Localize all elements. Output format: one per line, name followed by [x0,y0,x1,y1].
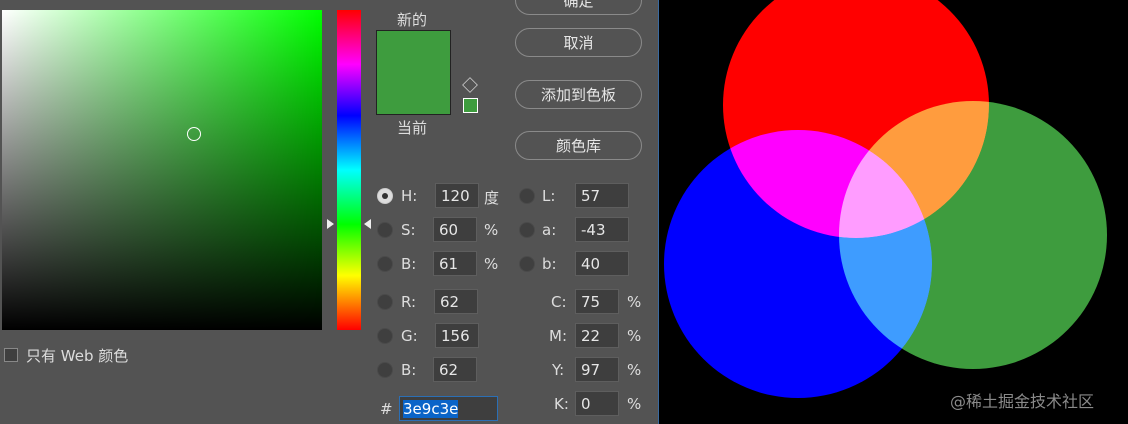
color-library-button[interactable]: 颜色库 [515,131,642,160]
y-label: Y: [552,361,565,379]
blue-radio[interactable] [377,362,393,378]
hue-slider-left-arrow-icon[interactable] [327,219,334,229]
y-input[interactable]: 97 [575,357,619,382]
l-radio[interactable] [519,188,535,204]
r-input[interactable]: 62 [434,289,478,314]
c-input[interactable]: 75 [575,289,619,314]
blue-label: B: [401,361,417,379]
a-radio[interactable] [519,222,535,238]
hue-slider-right-arrow-icon[interactable] [364,219,371,229]
a-label: a: [542,221,557,239]
hex-label: # [380,400,393,418]
g-radio[interactable] [377,328,393,344]
s-input[interactable]: 60 [433,217,477,242]
web-only-checkbox[interactable] [4,348,18,362]
web-safe-swatch[interactable] [463,98,478,113]
b-input[interactable]: 40 [575,251,629,276]
brightness-unit: % [484,255,499,273]
y-unit: % [627,361,642,379]
saturation-brightness-field[interactable] [2,10,322,330]
s-label: S: [401,221,416,239]
new-color-swatch [376,30,451,115]
brightness-label: B: [401,255,417,273]
ok-button[interactable]: 确定 [515,0,642,15]
l-input[interactable]: 57 [575,183,629,208]
m-label: M: [549,327,567,345]
current-label: 当前 [397,119,428,137]
m-unit: % [627,327,642,345]
s-unit: % [484,221,499,239]
l-label: L: [542,187,556,205]
h-unit: 度 [484,189,500,207]
h-input[interactable]: 120 [435,183,479,208]
b-radio[interactable] [519,256,535,272]
add-to-swatches-button[interactable]: 添加到色板 [515,80,642,109]
blue-input[interactable]: 62 [433,357,477,382]
h-label: H: [401,187,418,205]
g-input[interactable]: 156 [435,323,479,348]
a-input[interactable]: -43 [575,217,629,242]
watermark: @稀土掘金技术社区 [950,392,1095,411]
m-input[interactable]: 22 [575,323,619,348]
new-label: 新的 [397,11,428,29]
green-circle [839,101,1107,369]
r-label: R: [401,293,417,311]
web-only-label: 只有 Web 颜色 [26,347,129,365]
g-label: G: [401,327,418,345]
c-unit: % [627,293,642,311]
hex-input[interactable]: 3e9c3e [399,396,498,421]
r-radio[interactable] [377,294,393,310]
k-unit: % [627,395,642,413]
s-radio[interactable] [377,222,393,238]
rgb-circles-canvas: @稀土掘金技术社区 [659,0,1128,424]
cube-icon[interactable] [462,77,478,93]
brightness-input[interactable]: 61 [433,251,477,276]
cancel-button[interactable]: 取消 [515,28,642,57]
k-label: K: [554,395,569,413]
b-label: b: [542,255,557,273]
hex-value: 3e9c3e [403,400,459,418]
brightness-radio[interactable] [377,256,393,272]
color-picker-dialog: 新的 当前 确定 取消 添加到色板 颜色库 只有 Web 颜色 H: 120 度… [0,0,659,424]
h-radio[interactable] [377,188,393,204]
color-picker-cursor[interactable] [187,127,201,141]
k-input[interactable]: 0 [575,391,619,416]
c-label: C: [551,293,567,311]
hue-slider[interactable] [337,10,361,330]
